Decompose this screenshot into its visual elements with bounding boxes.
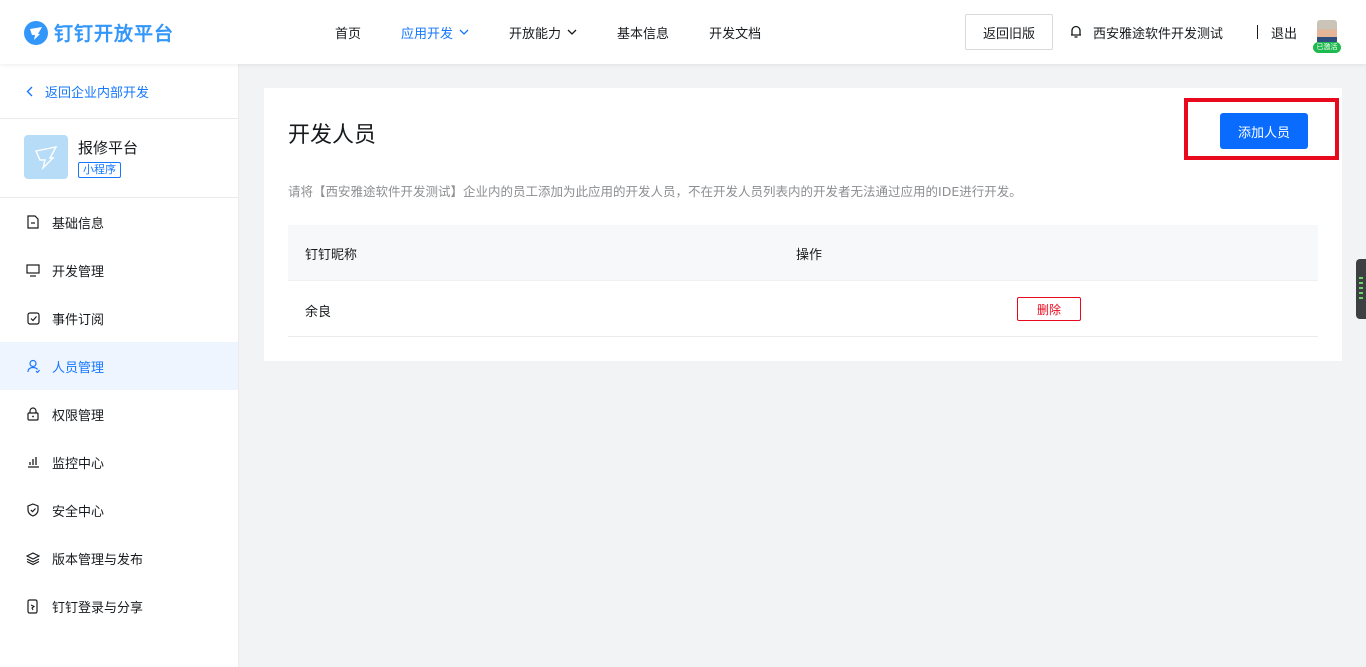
delete-button[interactable]: 删除: [1017, 297, 1081, 321]
bar-chart-icon: [25, 454, 41, 470]
back-to-internal-dev-link[interactable]: 返回企业内部开发: [26, 82, 149, 101]
sidebar-item-dev-management[interactable]: 开发管理: [0, 246, 238, 294]
nav-app-dev[interactable]: 应用开发: [401, 23, 469, 42]
developer-nickname: 余良: [305, 305, 332, 320]
sidebar-item-version-release[interactable]: 版本管理与发布: [0, 534, 238, 582]
bell-icon[interactable]: [1069, 24, 1083, 39]
shield-icon: [25, 502, 41, 518]
return-old-version-button[interactable]: 返回旧版: [965, 14, 1053, 50]
chevron-left-icon: [26, 86, 33, 97]
developers-card: 开发人员 添加人员 请将【西安雅途软件开发测试】企业内的员工添加为此应用的开发人…: [264, 88, 1342, 361]
dingtalk-logo-icon: [24, 20, 48, 45]
nav-home[interactable]: 首页: [335, 23, 361, 42]
top-nav: 首页 应用开发 开放能力 基本信息 开发文档: [335, 0, 801, 64]
sidebar-item-label: 基础信息: [52, 216, 105, 232]
file-icon: [25, 214, 41, 230]
avatar-image: [1317, 20, 1337, 44]
nav-basic-info[interactable]: 基本信息: [617, 23, 669, 42]
sidebar: 返回企业内部开发 报修平台 小程序 基础信息 开发管理 事件订阅 人员管理 权限…: [0, 64, 239, 667]
dingtalk-logo[interactable]: 钉钉开放平台: [24, 19, 174, 46]
column-header-action: 操作: [796, 248, 823, 263]
page-description: 请将【西安雅途软件开发测试】企业内的员工添加为此应用的开发人员，不在开发人员列表…: [288, 184, 1022, 199]
sidebar-item-personnel[interactable]: 人员管理: [0, 342, 238, 390]
check-box-icon: [25, 310, 41, 326]
user-icon: [25, 358, 41, 374]
nav-app-dev-label: 应用开发: [401, 26, 454, 42]
sidebar-item-label: 安全中心: [52, 504, 105, 520]
nav-basic-info-label: 基本信息: [617, 26, 670, 42]
monitor-icon: [25, 262, 41, 278]
table-row: 余良 删除: [288, 280, 1318, 337]
app-name: 报修平台: [78, 139, 139, 157]
sidebar-item-label: 钉钉登录与分享: [52, 600, 144, 616]
nav-home-label: 首页: [335, 26, 362, 42]
sidebar-item-basic-info[interactable]: 基础信息: [0, 198, 238, 246]
sidebar-item-label: 监控中心: [52, 456, 105, 472]
org-name[interactable]: 西安雅途软件开发测试: [1093, 23, 1223, 42]
avatar[interactable]: 已激活: [1313, 20, 1341, 53]
phone-login-icon: [25, 598, 41, 614]
chevron-down-icon: [459, 29, 469, 35]
app-card: 报修平台 小程序: [24, 135, 138, 179]
sidebar-item-security[interactable]: 安全中心: [0, 486, 238, 534]
table-header: 钉钉昵称 操作: [288, 225, 1318, 280]
developers-table: 钉钉昵称 操作 余良 删除: [288, 225, 1318, 337]
header-divider: [1257, 25, 1258, 39]
app-icon: [24, 135, 68, 179]
avatar-status-badge: 已激活: [1313, 42, 1341, 53]
page-title: 开发人员: [288, 123, 377, 148]
app-type-badge: 小程序: [78, 162, 121, 178]
sidebar-item-login-share[interactable]: 钉钉登录与分享: [0, 582, 238, 630]
sidebar-divider: [0, 118, 239, 119]
add-member-button[interactable]: 添加人员: [1220, 113, 1308, 149]
lock-icon: [25, 406, 41, 422]
sidebar-item-monitoring[interactable]: 监控中心: [0, 438, 238, 486]
side-drawer-handle[interactable]: [1356, 259, 1366, 319]
sidebar-item-label: 事件订阅: [52, 312, 105, 328]
sidebar-item-label: 权限管理: [52, 408, 105, 424]
sidebar-item-label: 人员管理: [52, 360, 105, 376]
sidebar-item-permissions[interactable]: 权限管理: [0, 390, 238, 438]
sidebar-item-label: 开发管理: [52, 264, 105, 280]
nav-open-ability[interactable]: 开放能力: [509, 23, 577, 42]
nav-dev-docs[interactable]: 开发文档: [709, 23, 761, 42]
logout-link[interactable]: 退出: [1271, 23, 1297, 42]
back-link-label: 返回企业内部开发: [45, 86, 150, 101]
logo-text: 钉钉开放平台: [54, 23, 175, 45]
sidebar-item-event-subscription[interactable]: 事件订阅: [0, 294, 238, 342]
sidebar-menu: 基础信息 开发管理 事件订阅 人员管理 权限管理 监控中心 安全中心 版本管理与…: [0, 198, 238, 630]
column-header-nickname: 钉钉昵称: [305, 248, 358, 263]
nav-open-ability-label: 开放能力: [509, 26, 562, 42]
layers-icon: [25, 550, 41, 566]
sidebar-item-label: 版本管理与发布: [52, 552, 144, 568]
nav-dev-docs-label: 开发文档: [709, 26, 762, 42]
top-header: 钉钉开放平台 首页 应用开发 开放能力 基本信息 开发文档 返回旧版 西安雅途软…: [0, 0, 1366, 64]
chevron-down-icon: [567, 29, 577, 35]
